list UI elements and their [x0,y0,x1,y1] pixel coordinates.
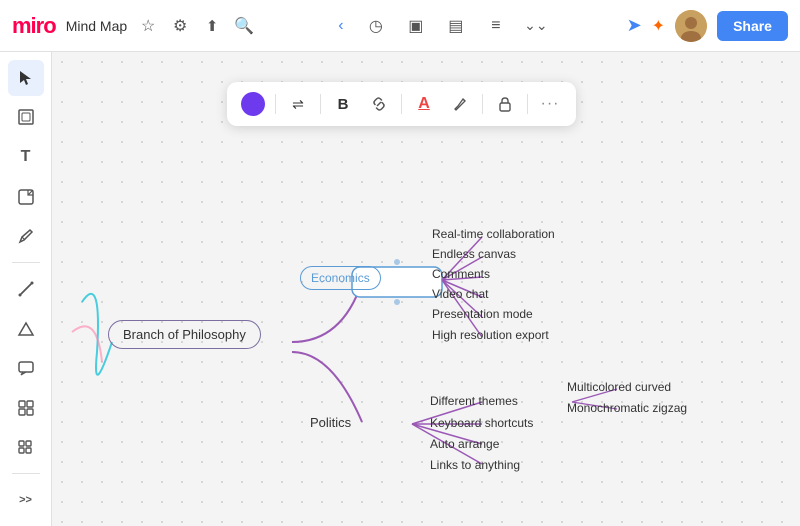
canvas[interactable]: ⇌ B A ··· [52,52,800,526]
sidebar: T >> [0,52,52,526]
miro-logo: miro [12,13,56,39]
sidebar-item-grid[interactable] [8,390,44,426]
economics-node[interactable]: Economics [300,266,381,290]
ft-color-circle[interactable] [237,88,269,120]
topbar: miro Mind Map ☆ ⚙ ⬆ 🔍 ‹ ◷ ▣ ▤ ≡ ⌄⌄ ➤ ✦ S… [0,0,800,52]
list-icon[interactable]: ≡ [480,10,512,42]
sidebar-divider-2 [12,473,40,474]
sidebar-divider [12,262,40,263]
sidebar-item-sticky[interactable] [8,179,44,215]
upload-icon[interactable]: ⬆ [201,15,223,37]
sidebar-item-shape[interactable] [8,311,44,347]
nav-prev-icon[interactable]: ‹ [330,15,352,37]
sidebar-item-pen[interactable] [8,219,44,255]
settings-icon[interactable]: ⚙ [169,15,191,37]
sidebar-item-apps[interactable] [8,430,44,466]
sidebar-item-frame[interactable] [8,100,44,136]
image-icon[interactable]: ▣ [400,10,432,42]
ft-divider-1 [275,94,276,114]
ft-align-button[interactable]: ⇌ [282,88,314,120]
topbar-center: ‹ ◷ ▣ ▤ ≡ ⌄⌄ [330,10,552,42]
ft-more-button[interactable]: ··· [534,88,566,120]
ft-link-button[interactable] [363,88,395,120]
search-icon[interactable]: 🔍 [233,15,255,37]
share-button[interactable]: Share [717,11,788,41]
timer-icon[interactable]: ◷ [360,10,392,42]
ft-text-color-button[interactable]: A [408,88,440,120]
ft-lock-button[interactable] [489,88,521,120]
ft-divider-4 [482,94,483,114]
topbar-right: ➤ ✦ Share [627,10,788,42]
root-node[interactable]: Branch of Philosophy [108,320,261,349]
screen-icon[interactable]: ▤ [440,10,472,42]
cursor-arrow-icon[interactable]: ➤ [627,15,642,36]
more-nav-icon[interactable]: ⌄⌄ [520,10,552,42]
float-toolbar: ⇌ B A ··· [227,82,576,126]
sidebar-item-cursor[interactable] [8,60,44,96]
sidebar-item-comment[interactable] [8,350,44,386]
topbar-left: miro Mind Map ☆ ⚙ ⬆ 🔍 [12,13,255,39]
ft-divider-3 [401,94,402,114]
project-name: Mind Map [66,18,127,34]
ft-bold-button[interactable]: B [327,88,359,120]
avatar[interactable] [675,10,707,42]
ft-highlight-button[interactable] [444,88,476,120]
collaborate-icon[interactable]: ✦ [652,16,665,36]
ft-divider-2 [320,94,321,114]
ft-divider-5 [527,94,528,114]
star-icon[interactable]: ☆ [137,15,159,37]
sidebar-item-text[interactable]: T [8,139,44,175]
sidebar-item-line[interactable] [8,271,44,307]
sidebar-item-more[interactable]: >> [8,482,44,518]
